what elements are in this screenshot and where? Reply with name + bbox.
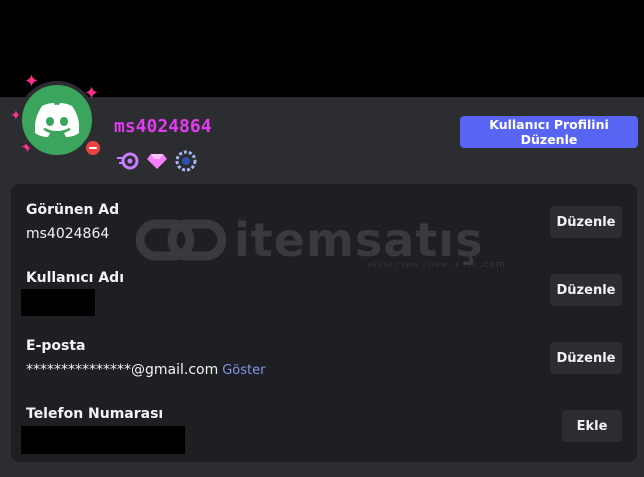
username-field: Kullanıcı Adı bbox=[26, 270, 124, 286]
email-value-row: ***************@gmail.com Göster bbox=[26, 362, 265, 378]
display-name-field: Görünen Ad ms4024864 bbox=[26, 202, 119, 242]
add-phone-button[interactable]: Ekle bbox=[562, 410, 622, 442]
avatar-container[interactable]: ✦ ✦ ✦ ✦ bbox=[10, 73, 104, 159]
show-email-link[interactable]: Göster bbox=[222, 363, 265, 378]
edit-user-profile-button[interactable]: Kullanıcı Profilini Düzenle bbox=[460, 116, 638, 148]
username-value-redacted bbox=[21, 289, 95, 316]
laurel-icon[interactable] bbox=[175, 150, 197, 172]
profile-username: ms4024864 bbox=[114, 116, 212, 137]
edit-display-name-button[interactable]: Düzenle bbox=[550, 206, 622, 238]
phone-value-redacted bbox=[21, 426, 185, 454]
phone-field: Telefon Numarası bbox=[26, 406, 163, 422]
display-name-label: Görünen Ad bbox=[26, 202, 120, 218]
edit-email-button[interactable]: Düzenle bbox=[550, 342, 622, 374]
email-field: E-posta ***************@gmail.com Göster bbox=[26, 338, 265, 378]
phone-label: Telefon Numarası bbox=[26, 406, 164, 422]
status-dnd-icon bbox=[82, 137, 104, 159]
discord-logo-icon bbox=[35, 103, 79, 137]
badge-list bbox=[117, 150, 197, 172]
email-label: E-posta bbox=[26, 338, 86, 354]
gem-icon[interactable] bbox=[146, 150, 168, 172]
edit-username-button[interactable]: Düzenle bbox=[550, 274, 622, 306]
email-value: ***************@gmail.com bbox=[26, 362, 219, 378]
nitro-icon[interactable] bbox=[117, 150, 139, 172]
username-label: Kullanıcı Adı bbox=[26, 270, 125, 286]
display-name-value: ms4024864 bbox=[26, 226, 110, 242]
